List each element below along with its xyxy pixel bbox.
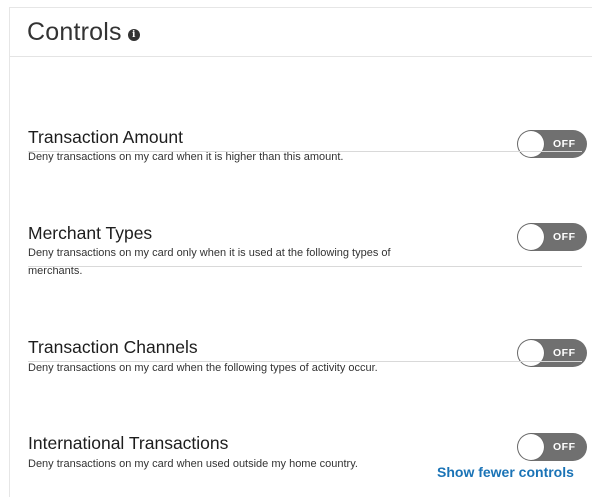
merchant-types-toggle[interactable]: OFF [517,223,587,251]
divider [28,151,582,152]
page-title: Controls [27,17,122,46]
control-description: Deny transactions on my card when used o… [28,458,358,470]
toggle-state: OFF [553,138,576,150]
international-transactions-toggle[interactable]: OFF [517,433,587,461]
toggle-state: OFF [553,231,576,243]
transaction-channels-toggle[interactable]: OFF [517,339,587,367]
controls-panel: Controls i Transaction Amount Deny trans… [9,7,592,497]
control-title: Merchant Types [28,223,153,243]
toggle-state: OFF [553,441,576,453]
control-title: International Transactions [28,433,229,453]
toggle-state: OFF [553,347,576,359]
toggle-knob [518,340,544,366]
control-title: Transaction Amount [28,127,183,147]
show-fewer-controls-link[interactable]: Show fewer controls [437,464,574,480]
control-title: Transaction Channels [28,337,198,357]
toggle-knob [518,224,544,250]
transaction-amount-toggle[interactable]: OFF [517,130,587,158]
control-description: Deny transactions on my card only when i… [28,247,391,277]
panel-header: Controls i [10,8,592,57]
toggle-knob [518,434,544,460]
info-icon[interactable]: i [127,29,140,41]
toggle-knob [518,131,544,157]
divider [28,361,582,362]
divider [28,266,582,267]
